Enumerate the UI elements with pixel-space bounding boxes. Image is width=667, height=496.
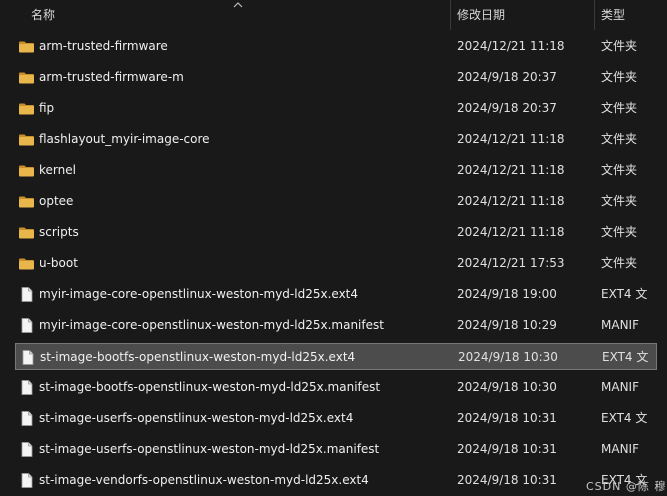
file-type: 文件夹 <box>601 101 638 115</box>
file-name: st-image-userfs-openstlinux-weston-myd-l… <box>39 411 354 425</box>
file-type: EXT4 文 <box>602 350 649 364</box>
column-header-name[interactable]: 名称 <box>31 0 55 30</box>
modified-date: 2024/9/18 10:29 <box>457 318 557 332</box>
file-type: MANIF <box>601 442 639 456</box>
file-type: 文件夹 <box>601 194 638 208</box>
file-type: MANIF <box>601 318 639 332</box>
file-type: 文件夹 <box>601 39 638 53</box>
file-list-row[interactable]: fip 2024/9/18 20:37 文件夹 <box>15 95 657 122</box>
file-name: kernel <box>39 163 76 177</box>
file-icon <box>18 317 35 334</box>
file-name: u-boot <box>39 256 78 270</box>
file-name: fip <box>39 101 55 115</box>
file-list-row[interactable]: st-image-userfs-openstlinux-weston-myd-l… <box>15 405 657 432</box>
folder-icon <box>18 38 35 55</box>
file-type: 文件夹 <box>601 163 638 177</box>
file-icon <box>18 379 35 396</box>
modified-date: 2024/9/18 10:30 <box>458 350 558 364</box>
modified-date: 2024/12/21 11:18 <box>457 194 565 208</box>
modified-date: 2024/9/18 10:30 <box>457 380 557 394</box>
file-type: MANIF <box>601 380 639 394</box>
file-list-row[interactable]: kernel 2024/12/21 11:18 文件夹 <box>15 157 657 184</box>
file-name: arm-trusted-firmware <box>39 39 168 53</box>
file-list-row[interactable]: arm-trusted-firmware 2024/12/21 11:18 文件夹 <box>15 33 657 60</box>
modified-date: 2024/9/18 20:37 <box>457 70 557 84</box>
file-name: st-image-vendorfs-openstlinux-weston-myd… <box>39 473 369 487</box>
modified-date: 2024/12/21 11:18 <box>457 39 565 53</box>
file-name: st-image-userfs-openstlinux-weston-myd-l… <box>39 442 380 456</box>
file-list-row[interactable]: st-image-vendorfs-openstlinux-weston-myd… <box>15 467 657 494</box>
file-type: EXT4 文 <box>601 411 648 425</box>
file-list-row[interactable]: st-image-userfs-openstlinux-weston-myd-l… <box>15 436 657 463</box>
watermark: CSDN @陈 穆 <box>586 480 667 493</box>
file-icon <box>18 410 35 427</box>
modified-date: 2024/12/21 11:18 <box>457 225 565 239</box>
file-type: EXT4 文 <box>601 287 648 301</box>
file-name: arm-trusted-firmware-m <box>39 70 184 84</box>
modified-date: 2024/9/18 10:31 <box>457 473 557 487</box>
modified-date: 2024/12/21 11:18 <box>457 132 565 146</box>
folder-icon <box>18 162 35 179</box>
file-icon <box>18 441 35 458</box>
file-list-row[interactable]: myir-image-core-openstlinux-weston-myd-l… <box>15 281 657 308</box>
folder-icon <box>18 193 35 210</box>
file-list-row[interactable]: optee 2024/12/21 11:18 文件夹 <box>15 188 657 215</box>
file-name: st-image-bootfs-openstlinux-weston-myd-l… <box>39 380 381 394</box>
file-icon <box>18 286 35 303</box>
column-divider[interactable] <box>594 0 595 30</box>
modified-date: 2024/12/21 17:53 <box>457 256 565 270</box>
modified-date: 2024/12/21 11:18 <box>457 163 565 177</box>
file-list-row[interactable]: st-image-bootfs-openstlinux-weston-myd-l… <box>15 343 657 370</box>
folder-icon <box>18 224 35 241</box>
file-list-row[interactable]: scripts 2024/12/21 11:18 文件夹 <box>15 219 657 246</box>
file-list-row[interactable]: flashlayout_myir-image-core 2024/12/21 11… <box>15 126 657 153</box>
file-list-row[interactable]: st-image-bootfs-openstlinux-weston-myd-l… <box>15 374 657 401</box>
column-header-date[interactable]: 修改日期 <box>457 0 505 30</box>
folder-icon <box>18 100 35 117</box>
sort-ascending-icon <box>233 2 243 8</box>
modified-date: 2024/9/18 10:31 <box>457 442 557 456</box>
file-type: 文件夹 <box>601 256 638 270</box>
modified-date: 2024/9/18 20:37 <box>457 101 557 115</box>
folder-icon <box>18 131 35 148</box>
file-list: arm-trusted-firmware 2024/12/21 11:18 文件夹 a… <box>0 30 667 496</box>
modified-date: 2024/9/18 10:31 <box>457 411 557 425</box>
folder-icon <box>18 69 35 86</box>
file-type: 文件夹 <box>601 225 638 239</box>
column-header-type[interactable]: 类型 <box>601 0 625 30</box>
file-name: myir-image-core-openstlinux-weston-myd-l… <box>39 318 384 332</box>
file-type: 文件夹 <box>601 132 638 146</box>
file-list-row[interactable]: myir-image-core-openstlinux-weston-myd-l… <box>15 312 657 339</box>
file-name: optee <box>39 194 74 208</box>
file-list-row[interactable]: arm-trusted-firmware-m 2024/9/18 20:37 文件夹 <box>15 64 657 91</box>
column-header-bar: 名称 修改日期 类型 <box>0 0 667 30</box>
file-name: flashlayout_myir-image-core <box>39 132 210 146</box>
file-list-row[interactable]: u-boot 2024/12/21 17:53 文件夹 <box>15 250 657 277</box>
folder-icon <box>18 255 35 272</box>
file-icon <box>19 349 36 366</box>
file-name: st-image-bootfs-openstlinux-weston-myd-l… <box>40 350 356 364</box>
file-icon <box>18 472 35 489</box>
modified-date: 2024/9/18 19:00 <box>457 287 557 301</box>
file-type: 文件夹 <box>601 70 638 84</box>
file-name: scripts <box>39 225 79 239</box>
column-divider[interactable] <box>450 0 451 30</box>
file-name: myir-image-core-openstlinux-weston-myd-l… <box>39 287 359 301</box>
